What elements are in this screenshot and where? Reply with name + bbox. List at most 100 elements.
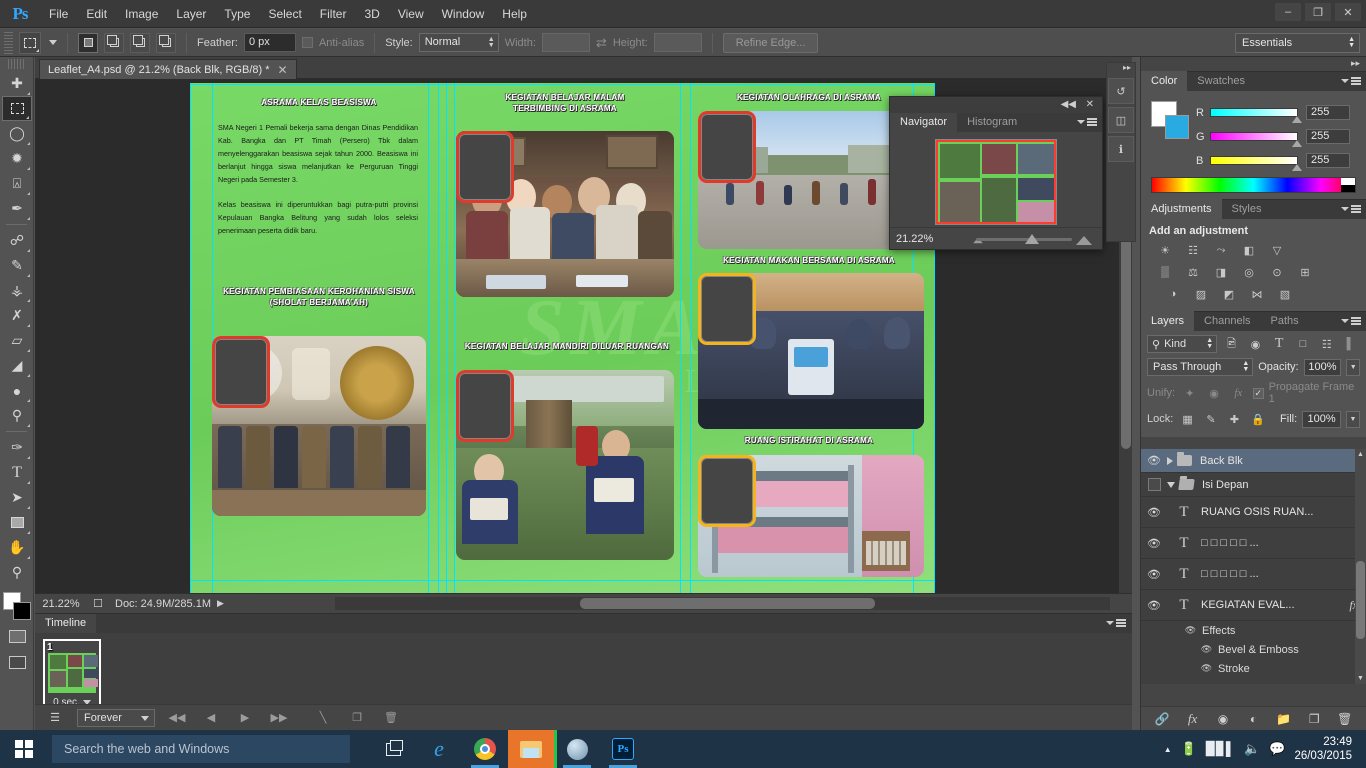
move-tool[interactable]: ✚	[2, 71, 32, 96]
photoshop-icon[interactable]: Ps	[600, 730, 646, 768]
scrollbar-thumb[interactable]	[580, 598, 875, 609]
rectangular-marquee-tool[interactable]	[2, 96, 32, 121]
filter-smart-object-icon[interactable]: ☷	[1317, 335, 1336, 353]
layer-effect-item[interactable]: 👁 Bevel & Emboss	[1141, 640, 1366, 659]
table-row[interactable]: 👁 Back Blk	[1141, 449, 1366, 473]
navigator-menu-button[interactable]	[1077, 118, 1097, 126]
tab-color[interactable]: Color	[1141, 71, 1188, 91]
layer-effects-group[interactable]: 👁 Effects	[1141, 621, 1366, 640]
timeline-frames-area[interactable]: 1 0 sec.	[35, 633, 1132, 711]
channel-value-g[interactable]: 255	[1306, 129, 1350, 144]
navigator-titlebar[interactable]: ◀◀ ✕	[890, 97, 1102, 113]
photo-outdoor-study[interactable]	[456, 370, 674, 560]
fill-value[interactable]: 100%	[1302, 410, 1342, 428]
invert-icon[interactable]: ◑	[1163, 285, 1183, 303]
loop-options-select[interactable]: Forever	[77, 708, 155, 727]
chevron-right-icon[interactable]	[1167, 456, 1173, 465]
slider-knob[interactable]	[1292, 140, 1302, 147]
type-tool[interactable]: T	[2, 460, 32, 485]
layer-list-scrollbar[interactable]: ▲ ▼	[1355, 449, 1366, 684]
channel-value-r[interactable]: 255	[1306, 105, 1350, 120]
convert-to-video-timeline-icon[interactable]: ☰	[43, 708, 67, 728]
select-previous-frame-button[interactable]: ◀	[199, 708, 223, 728]
slider-knob[interactable]	[1292, 164, 1302, 171]
filter-toggle-switch[interactable]: ▌	[1341, 335, 1360, 353]
add-layer-style-icon[interactable]: fx	[1184, 710, 1202, 728]
toolbar-grip[interactable]	[8, 59, 25, 69]
file-explorer-icon[interactable]	[508, 730, 554, 768]
fill-dropdown-icon[interactable]: ▼	[1346, 410, 1361, 428]
new-adjustment-layer-icon[interactable]: ◐	[1244, 710, 1262, 728]
dodge-tool[interactable]: ⚲	[2, 403, 32, 428]
scrollbar-thumb[interactable]	[1356, 561, 1365, 639]
tab-channels[interactable]: Channels	[1194, 311, 1260, 331]
active-tool-icon[interactable]	[19, 31, 41, 54]
clone-stamp-tool[interactable]: ⚶	[2, 278, 32, 303]
layer-visibility-toggle[interactable]: 👁	[1141, 506, 1167, 519]
search-input[interactable]: Search the web and Windows	[52, 735, 350, 763]
task-view-icon[interactable]	[370, 730, 416, 768]
channel-value-b[interactable]: 255	[1306, 153, 1350, 168]
crop-tool[interactable]: ⍓	[2, 171, 32, 196]
lock-image-pixels-icon[interactable]: ✎	[1202, 410, 1220, 428]
effect-visibility-toggle[interactable]: 👁	[1199, 661, 1214, 676]
history-brush-tool[interactable]: ✗	[2, 303, 32, 328]
photo-filter-icon[interactable]: ◎	[1239, 263, 1259, 281]
collapse-icon[interactable]: ◀◀	[1061, 99, 1076, 110]
menu-layer[interactable]: Layer	[167, 0, 215, 28]
zoom-in-icon[interactable]	[1076, 235, 1092, 245]
posterize-icon[interactable]: ▨	[1191, 285, 1211, 303]
brightness-contrast-icon[interactable]: ☀	[1155, 241, 1175, 259]
tween-frames-button[interactable]: ╲	[311, 708, 335, 728]
menu-help[interactable]: Help	[493, 0, 536, 28]
google-chrome-icon[interactable]	[462, 730, 508, 768]
info-panel-button[interactable]: ℹ	[1108, 136, 1134, 162]
expand-panels-icon[interactable]: ▸▸	[1107, 63, 1135, 75]
internet-explorer-icon[interactable]: e	[416, 730, 462, 768]
color-channel-g[interactable]: G 255	[1196, 128, 1356, 147]
browser-icon[interactable]	[554, 730, 600, 768]
channel-slider-r[interactable]	[1210, 108, 1302, 123]
menu-edit[interactable]: Edit	[77, 0, 116, 28]
delete-frame-button[interactable]: 🗑	[379, 708, 403, 728]
menu-type[interactable]: Type	[215, 0, 259, 28]
rectangle-tool[interactable]	[2, 510, 32, 535]
screen-mode-toggle[interactable]	[2, 651, 32, 673]
path-selection-tool[interactable]: ➤	[2, 485, 32, 510]
options-bar-grip[interactable]	[4, 31, 13, 54]
slider-knob[interactable]	[1292, 116, 1302, 123]
color-balance-icon[interactable]: ⚖	[1183, 263, 1203, 281]
new-group-icon[interactable]: 📁	[1275, 710, 1293, 728]
channel-slider-b[interactable]	[1210, 156, 1302, 171]
navigator-zoom-value[interactable]: 21.22%	[890, 233, 948, 245]
subtract-from-selection-button[interactable]	[130, 32, 150, 53]
unify-position-icon[interactable]: ✦	[1180, 384, 1199, 402]
network-icon[interactable]: ▉▊▌	[1206, 741, 1235, 757]
lasso-tool[interactable]: ◯	[2, 121, 32, 146]
menu-window[interactable]: Window	[433, 0, 494, 28]
action-center-icon[interactable]: 💬	[1269, 741, 1285, 757]
channel-mixer-icon[interactable]: ⊙	[1267, 263, 1287, 281]
navigator-zoom-slider[interactable]	[948, 228, 1102, 250]
workspace-selector[interactable]: Essentials ▲ ▼	[1235, 33, 1360, 53]
tab-histogram[interactable]: Histogram	[957, 113, 1027, 132]
quick-mask-toggle[interactable]	[2, 625, 32, 647]
dock-collapse-bar[interactable]: ▸▸	[1141, 57, 1366, 71]
layer-visibility-toggle[interactable]	[1141, 478, 1167, 491]
photo-bunk-room[interactable]	[698, 455, 924, 577]
eyedropper-tool[interactable]: ✒	[2, 196, 32, 221]
status-zoom-value[interactable]: 21.22%	[35, 598, 87, 610]
clock[interactable]: 23:49 26/03/2015	[1294, 735, 1358, 763]
photo-dining[interactable]	[698, 273, 924, 429]
status-menu-icon[interactable]: ▶	[217, 598, 224, 609]
tool-preset-chevron-icon[interactable]	[49, 40, 57, 45]
height-input[interactable]	[653, 33, 702, 52]
new-layer-icon[interactable]: ❐	[1305, 710, 1323, 728]
restore-button[interactable]: ❐	[1304, 2, 1332, 22]
layer-visibility-toggle[interactable]: 👁	[1141, 568, 1167, 581]
pen-tool[interactable]: ✑	[2, 435, 32, 460]
layer-visibility-toggle[interactable]: 👁	[1141, 454, 1167, 467]
artboard[interactable]: SMA PEMALI ASRAMA KELAS BEASISWA SMA Neg…	[190, 83, 935, 593]
tab-paths[interactable]: Paths	[1261, 311, 1309, 331]
white-black-picker[interactable]	[1341, 178, 1355, 192]
